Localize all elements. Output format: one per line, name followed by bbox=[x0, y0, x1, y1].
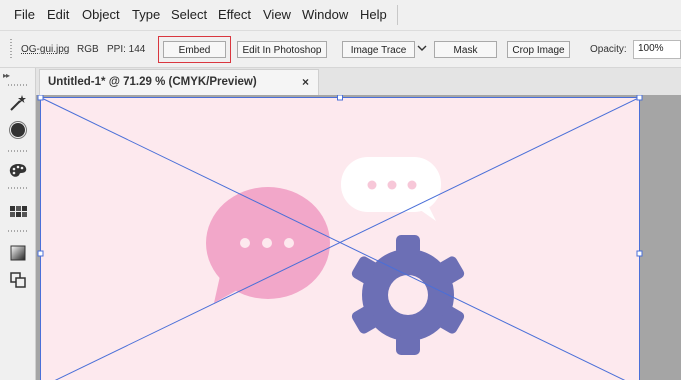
tools-divider bbox=[8, 187, 28, 189]
color-mode-label: RGB bbox=[77, 44, 99, 55]
pink-chat-bubble-icon bbox=[206, 187, 330, 303]
crop-image-button[interactable]: Crop Image bbox=[507, 41, 570, 58]
menu-effect[interactable]: Effect bbox=[218, 7, 251, 22]
gradient-icon[interactable] bbox=[8, 243, 28, 263]
canvas-area[interactable] bbox=[36, 95, 681, 380]
white-chat-bubble-icon bbox=[341, 157, 441, 221]
opacity-label: Opacity: bbox=[590, 44, 627, 55]
menu-file[interactable]: File bbox=[14, 7, 35, 22]
control-bar-grip[interactable] bbox=[10, 39, 12, 59]
swatches-icon[interactable] bbox=[8, 202, 28, 222]
document-tab-title: Untitled-1* @ 71.29 % (CMYK/Preview) bbox=[48, 76, 257, 88]
placed-image-overlay[interactable] bbox=[36, 95, 681, 380]
tools-divider bbox=[8, 150, 28, 152]
embed-button[interactable]: Embed bbox=[163, 41, 226, 58]
color-palette-icon[interactable] bbox=[8, 161, 28, 181]
opacity-field[interactable]: 100% bbox=[633, 40, 681, 59]
menu-help[interactable]: Help bbox=[360, 7, 387, 22]
collapse-panel-icon[interactable]: ▸▸ bbox=[3, 71, 10, 80]
arrange-icon[interactable] bbox=[8, 270, 28, 290]
menu-object[interactable]: Object bbox=[82, 7, 120, 22]
tools-divider bbox=[8, 230, 28, 232]
image-trace-presets-chevron-icon[interactable] bbox=[417, 43, 427, 53]
menu-select[interactable]: Select bbox=[171, 7, 207, 22]
control-bar: OG-gui.jpg RGB PPI: 144 Embed Edit In Ph… bbox=[0, 31, 681, 68]
menu-type[interactable]: Type bbox=[132, 7, 160, 22]
selection-handles[interactable] bbox=[37, 95, 643, 257]
blob-brush-icon[interactable] bbox=[8, 120, 28, 140]
selection-bounding-box[interactable] bbox=[40, 97, 640, 380]
close-tab-icon[interactable]: × bbox=[302, 75, 309, 89]
menu-view[interactable]: View bbox=[263, 7, 291, 22]
tools-grip[interactable] bbox=[8, 84, 28, 86]
tools-panel: ▸▸ bbox=[0, 68, 36, 380]
menu-edit[interactable]: Edit bbox=[47, 7, 69, 22]
magic-wand-icon[interactable] bbox=[8, 93, 28, 113]
ppi-label: PPI: 144 bbox=[107, 44, 146, 55]
edit-in-photoshop-button[interactable]: Edit In Photoshop bbox=[237, 41, 327, 58]
linked-file-name[interactable]: OG-gui.jpg bbox=[21, 44, 69, 55]
menu-separator bbox=[397, 5, 398, 25]
menu-bar: File Edit Object Type Select Effect View… bbox=[0, 0, 681, 31]
image-trace-button[interactable]: Image Trace bbox=[342, 41, 415, 58]
mask-button[interactable]: Mask bbox=[434, 41, 497, 58]
menu-window[interactable]: Window bbox=[302, 7, 348, 22]
document-tab-bar: Untitled-1* @ 71.29 % (CMYK/Preview) × bbox=[36, 68, 681, 95]
document-tab[interactable]: Untitled-1* @ 71.29 % (CMYK/Preview) × bbox=[39, 69, 319, 95]
